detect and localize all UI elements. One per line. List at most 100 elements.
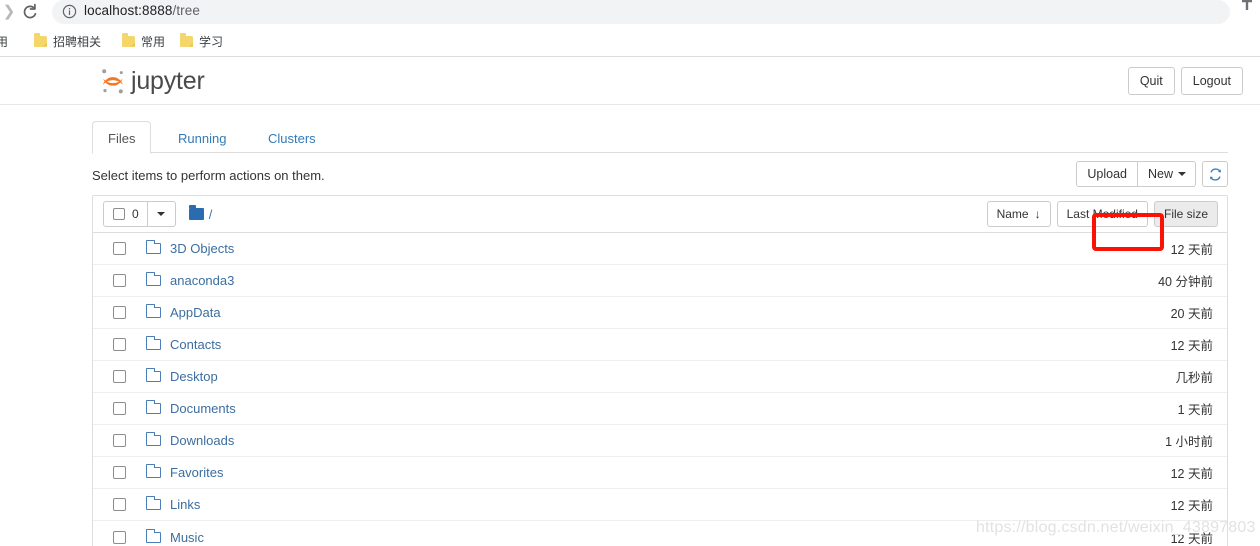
table-row[interactable]: Links 12 天前 <box>93 489 1227 521</box>
select-all-group[interactable]: 0 <box>103 201 176 227</box>
new-button[interactable]: New <box>1137 161 1196 187</box>
bookmark-item-2[interactable]: 常用 <box>122 30 165 52</box>
sort-controls: Name ↓ Last Modified File size <box>986 201 1218 227</box>
logout-button[interactable]: Logout <box>1180 67 1243 96</box>
tab-running[interactable]: Running <box>162 121 242 154</box>
file-modified: 12 天前 <box>1170 531 1213 546</box>
table-row[interactable]: Music 12 天前 <box>93 521 1227 546</box>
jupyter-header: jupyter Quit Logout <box>0 57 1260 105</box>
chevron-down-icon <box>157 212 166 216</box>
toolbar-left: 0 / <box>103 201 212 227</box>
tab-bar: Files Running Clusters <box>92 121 1228 154</box>
select-all-checkbox-wrap[interactable]: 0 <box>103 201 148 227</box>
breadcrumb[interactable]: / <box>188 205 213 222</box>
row-checkbox[interactable] <box>113 402 126 415</box>
file-modified: 1 天前 <box>1177 403 1213 417</box>
folder-icon <box>146 464 161 478</box>
file-name-link[interactable]: Documents <box>170 401 236 416</box>
jupyter-page: jupyter Quit Logout Files Running Cluste… <box>0 57 1260 546</box>
file-name-link[interactable]: 3D Objects <box>170 241 234 256</box>
file-modified: 12 天前 <box>1170 467 1213 481</box>
bookmark-label: 用 <box>0 34 9 49</box>
folder-icon <box>146 432 161 446</box>
file-list-panel: 0 / Name ↓ Last Modified File size 3D Ob… <box>92 195 1228 546</box>
breadcrumb-root[interactable]: / <box>209 207 213 222</box>
file-modified: 1 小时前 <box>1165 435 1213 449</box>
folder-icon <box>146 400 161 414</box>
address-bar-text: localhost:8888/tree <box>84 3 200 18</box>
quit-button[interactable]: Quit <box>1127 67 1175 96</box>
file-list-rows: 3D Objects 12 天前 anaconda3 40 分钟前 AppData 20 … <box>93 233 1227 546</box>
file-name-link[interactable]: anaconda3 <box>170 273 234 288</box>
forward-arrow-icon[interactable]: ❯ <box>0 3 18 21</box>
folder-icon <box>34 33 47 47</box>
sort-last-modified-button[interactable]: Last Modified <box>1056 201 1148 227</box>
file-name-link[interactable]: Favorites <box>170 465 223 480</box>
folder-icon <box>188 205 204 220</box>
tab-clusters[interactable]: Clusters <box>252 121 332 154</box>
folder-icon <box>146 336 161 350</box>
folder-icon <box>122 33 135 47</box>
refresh-button[interactable] <box>1202 161 1228 187</box>
jupyter-logo-text: jupyter <box>131 67 205 95</box>
table-row[interactable]: 3D Objects 12 天前 <box>93 233 1227 265</box>
sort-name-button[interactable]: Name ↓ <box>986 201 1051 227</box>
file-name-link[interactable]: Contacts <box>170 337 221 352</box>
row-checkbox[interactable] <box>113 274 126 287</box>
table-row[interactable]: Contacts 12 天前 <box>93 329 1227 361</box>
selected-count: 0 <box>132 207 139 221</box>
file-modified: 12 天前 <box>1170 499 1213 513</box>
arrow-down-icon: ↓ <box>1034 207 1041 221</box>
file-name-link[interactable]: Desktop <box>170 369 218 384</box>
jupyter-logo-icon <box>100 67 126 95</box>
file-modified: 12 天前 <box>1170 243 1213 257</box>
jupyter-logo[interactable]: jupyter <box>100 65 205 97</box>
row-checkbox[interactable] <box>113 498 126 511</box>
folder-icon <box>180 33 193 47</box>
table-row[interactable]: AppData 20 天前 <box>93 297 1227 329</box>
chevron-down-icon <box>1178 172 1186 176</box>
url-path: /tree <box>172 3 200 18</box>
chrome-corner-nub <box>1242 0 1252 10</box>
browser-chrome: ❯ localhost:8888/tree <box>0 0 1260 25</box>
row-checkbox[interactable] <box>113 370 126 383</box>
selection-hint: Select items to perform actions on them. <box>92 168 325 183</box>
tab-files[interactable]: Files <box>92 121 152 154</box>
file-name-link[interactable]: Links <box>170 497 200 512</box>
table-row[interactable]: Desktop 几秒前 <box>93 361 1227 393</box>
reload-icon[interactable] <box>18 1 42 23</box>
bookmark-item-1[interactable]: 招聘相关 <box>34 30 101 52</box>
file-name-link[interactable]: Downloads <box>170 433 234 448</box>
row-checkbox[interactable] <box>113 466 126 479</box>
sort-name-label: Name <box>996 207 1029 221</box>
info-circle-icon[interactable] <box>62 4 77 19</box>
row-checkbox[interactable] <box>113 242 126 255</box>
select-all-checkbox[interactable] <box>113 208 125 220</box>
file-name-link[interactable]: AppData <box>170 305 221 320</box>
bookmarks-bar: 用 招聘相关 常用 学习 <box>0 25 1260 57</box>
select-menu-button[interactable] <box>147 201 176 227</box>
sort-file-size-button[interactable]: File size <box>1153 201 1218 227</box>
folder-icon <box>146 304 161 318</box>
file-name-link[interactable]: Music <box>170 530 204 545</box>
bookmark-item-3[interactable]: 学习 <box>180 30 223 52</box>
address-bar[interactable]: localhost:8888/tree <box>52 0 1230 24</box>
file-modified: 12 天前 <box>1170 339 1213 353</box>
file-modified: 20 天前 <box>1170 307 1213 321</box>
row-checkbox[interactable] <box>113 434 126 447</box>
row-checkbox[interactable] <box>113 306 126 319</box>
row-checkbox[interactable] <box>113 338 126 351</box>
refresh-icon <box>1209 167 1221 181</box>
file-modified: 40 分钟前 <box>1158 275 1213 289</box>
action-buttons: Upload New <box>1076 161 1228 187</box>
folder-icon <box>146 272 161 286</box>
upload-button[interactable]: Upload <box>1076 161 1138 187</box>
table-row[interactable]: Downloads 1 小时前 <box>93 425 1227 457</box>
row-checkbox[interactable] <box>113 530 126 544</box>
table-row[interactable]: Favorites 12 天前 <box>93 457 1227 489</box>
bookmark-label: 学习 <box>199 34 224 49</box>
table-row[interactable]: Documents 1 天前 <box>93 393 1227 425</box>
table-row[interactable]: anaconda3 40 分钟前 <box>93 265 1227 297</box>
bookmark-item-0[interactable]: 用 <box>0 30 8 52</box>
new-button-label: New <box>1147 167 1173 181</box>
